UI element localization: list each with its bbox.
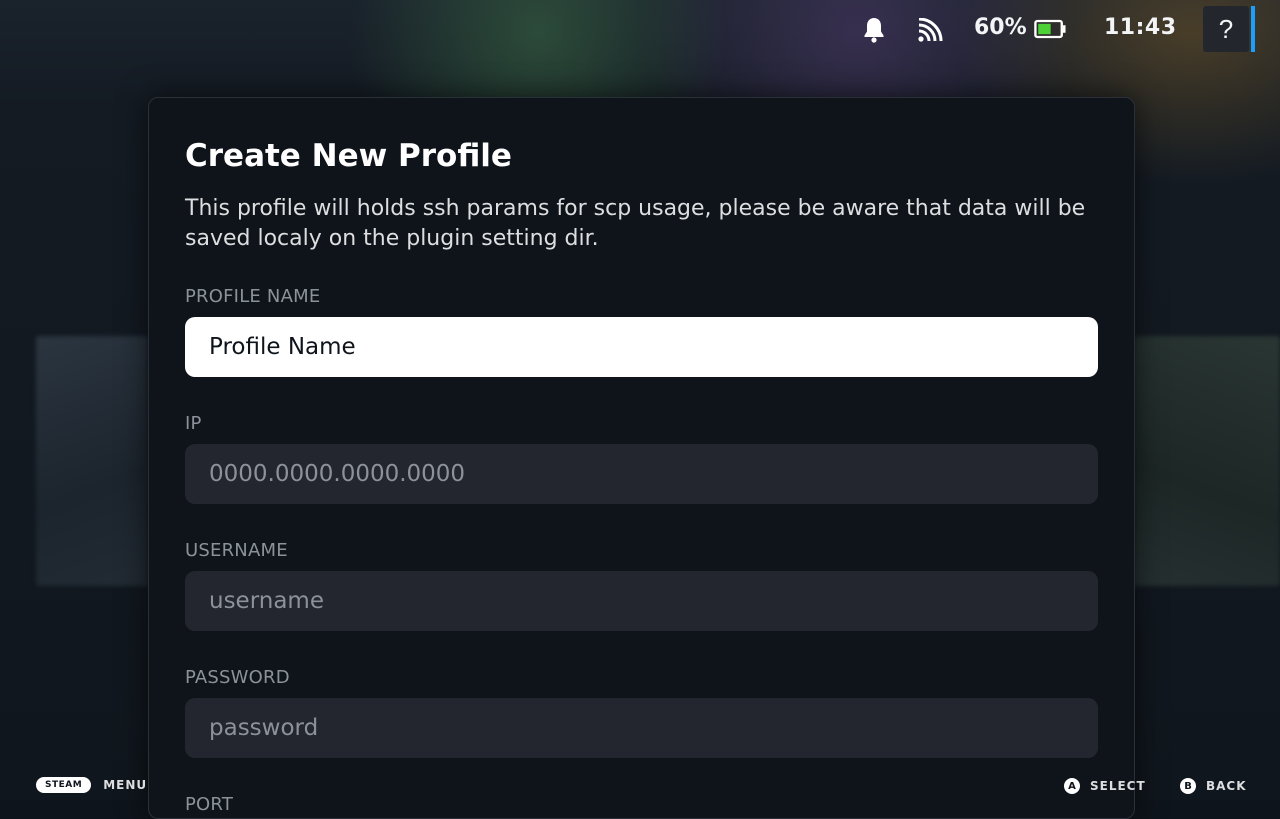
- footer-select-hint: A SELECT: [1064, 778, 1146, 794]
- footer-menu-hint: STEAM MENU: [36, 777, 147, 793]
- ip-input[interactable]: [185, 444, 1098, 504]
- battery-fill: [1038, 24, 1050, 34]
- ip-label: IP: [185, 413, 202, 434]
- username-label: USERNAME: [185, 540, 288, 561]
- create-profile-dialog: Create New Profile This profile will hol…: [148, 97, 1135, 819]
- battery-percentage: 60%: [974, 15, 1027, 40]
- back-label: BACK: [1206, 779, 1247, 793]
- help-button-accent: [1251, 6, 1255, 52]
- dialog-title: Create New Profile: [185, 138, 512, 174]
- battery-icon: [1034, 19, 1066, 39]
- help-button[interactable]: ?: [1203, 6, 1249, 52]
- steam-button-icon[interactable]: STEAM: [36, 777, 91, 793]
- background-game-tile-right: [1134, 336, 1280, 586]
- bell-icon[interactable]: [862, 16, 886, 44]
- a-button-icon: A: [1064, 778, 1080, 794]
- port-label: PORT: [185, 794, 233, 815]
- background-game-tile-left: [36, 336, 148, 586]
- profile-name-label: PROFILE NAME: [185, 286, 320, 307]
- dialog-description: This profile will holds ssh params for s…: [185, 194, 1105, 254]
- username-input[interactable]: [185, 571, 1098, 631]
- b-button-icon: B: [1180, 778, 1196, 794]
- profile-name-input[interactable]: [185, 317, 1098, 377]
- password-input[interactable]: [185, 698, 1098, 758]
- clock: 11:43: [1104, 15, 1177, 40]
- select-label: SELECT: [1090, 779, 1146, 793]
- wifi-icon[interactable]: [916, 18, 944, 44]
- footer-back-hint: B BACK: [1180, 778, 1247, 794]
- menu-label: MENU: [103, 778, 147, 792]
- password-label: PASSWORD: [185, 667, 290, 688]
